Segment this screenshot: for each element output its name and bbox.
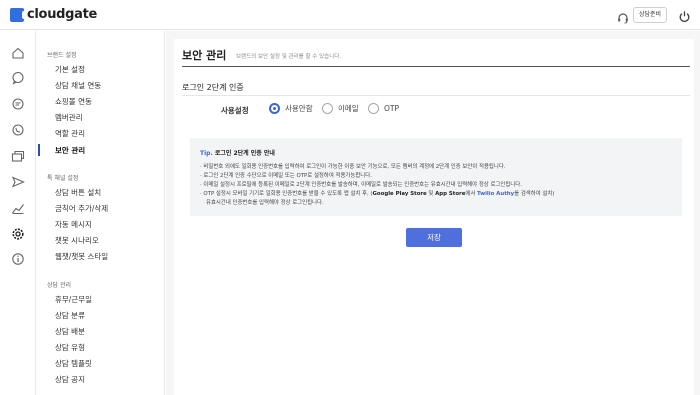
send-icon[interactable] (11, 175, 25, 189)
top-bar: cloudgate 상담준비 (0, 0, 700, 30)
tip-text: · OTP 설정시 모바일 기기로 일회용 인증번호를 받을 수 있도록 앱 설… (200, 191, 373, 197)
chat-icon[interactable] (11, 71, 25, 85)
sidebar-section-brand: 브랜드 설정 (47, 52, 77, 59)
section-title: 로그인 2단계 인증 (182, 83, 244, 92)
home-icon[interactable] (11, 46, 25, 60)
radio-label: 사용안함 (285, 104, 313, 113)
radio-label: OTP (384, 104, 400, 113)
sidebar-item-basic-settings[interactable]: 기본 설정 (55, 64, 85, 75)
sidebar-item-types[interactable]: 상담 유형 (55, 342, 85, 353)
tip-box: Tip. 로그인 2단계 인증 안내 · 비밀번호 외에도 일회용 인증번호를 … (190, 138, 682, 216)
sidebar-item-classification[interactable]: 상담 분류 (55, 310, 85, 321)
icon-rail (0, 31, 36, 395)
power-icon[interactable] (678, 8, 691, 22)
status-button[interactable]: 상담준비 (633, 7, 667, 23)
tip-text: 를 검색하여 설치) (514, 191, 555, 197)
sidebar-item-roles[interactable]: 역할 관리 (55, 128, 85, 139)
main-area: 보안 관리 브랜드의 보안 설정 및 관리를 할 수 있습니다. 로그인 2단계… (166, 31, 700, 395)
tip-line: · 로그인 2단계 인증 수단으로 이메일 또는 OTP로 설정하여 적용가능합… (200, 173, 372, 179)
whatsapp-icon[interactable] (11, 123, 25, 137)
sidebar-item-templates[interactable]: 상담 템플릿 (55, 358, 92, 369)
field-label: 사용설정 (221, 106, 249, 115)
radio-unchecked-icon (368, 103, 379, 114)
settings-sidebar: 브랜드 설정 기본 설정 상담 채널 연동 쇼핑몰 연동 멤버관리 역할 관리 … (37, 31, 165, 395)
tip-line: · 이메일 설정시 프로필에 등록된 이메일로 2단계 인증번호를 발송하며, … (200, 182, 522, 188)
radio-otp[interactable]: OTP (368, 103, 399, 114)
save-button[interactable]: 저장 (406, 228, 462, 247)
page-title: 보안 관리 (182, 49, 227, 62)
logo-icon (10, 7, 26, 22)
sidebar-section-consult: 상담 관리 (47, 282, 71, 289)
tip-line: · OTP 설정시 모바일 기기로 일회용 인증번호를 받을 수 있도록 앱 설… (200, 189, 554, 197)
logo-text: cloudgate (27, 7, 98, 22)
twilio-authy-text: Twilio Authy (477, 191, 515, 197)
sidebar-item-members[interactable]: 멤버관리 (55, 112, 83, 123)
stats-icon[interactable] (11, 201, 25, 215)
sidebar-item-holidays[interactable]: 휴무/근무일 (55, 294, 92, 305)
radio-email[interactable]: 이메일 (322, 103, 359, 114)
sidebar-item-auto-message[interactable]: 자동 메시지 (55, 219, 92, 230)
sidebar-section-talk-channel: 톡 채널 설정 (47, 175, 79, 182)
radio-unchecked-icon (322, 103, 333, 114)
app-store-text: App Store (435, 191, 466, 197)
tip-line: 유효시간내 인증번호를 입력해야 정상 로그인됩니다. (206, 200, 324, 206)
title-divider (182, 66, 690, 67)
active-indicator (38, 144, 40, 156)
sidebar-item-banned-words[interactable]: 금칙어 추가/삭제 (55, 203, 108, 214)
tip-text: 및 (426, 191, 436, 197)
content-panel: 보안 관리 브랜드의 보안 설정 및 관리를 할 수 있습니다. 로그인 2단계… (174, 39, 694, 395)
tip-line: · 비밀번호 외에도 일회용 인증번호를 입력하여 로그인이 가능한 이중 보안… (200, 164, 506, 170)
tip-text: 에서 (465, 191, 477, 197)
sidebar-item-chatbot-scenario[interactable]: 챗봇 시나리오 (55, 235, 99, 246)
sidebar-item-security[interactable]: 보안 관리 (55, 145, 85, 156)
sidebar-item-button-install[interactable]: 상담 버튼 설치 (55, 187, 101, 198)
sidebar-item-shop-link[interactable]: 쇼핑몰 연동 (55, 96, 92, 107)
radio-disabled[interactable]: 사용안함 (269, 103, 313, 114)
sidebar-item-distribution[interactable]: 상담 배분 (55, 326, 85, 337)
page-description: 브랜드의 보안 설정 및 관리를 할 수 있습니다. (236, 54, 342, 60)
google-play-store-text: Google Play Store (372, 191, 427, 197)
stack-icon[interactable] (11, 149, 25, 163)
info-icon[interactable] (11, 252, 25, 266)
sidebar-item-webchat-style[interactable]: 웹챗/챗봇 스타일 (55, 251, 108, 262)
tip-label: Tip. (200, 150, 213, 157)
headset-icon[interactable] (617, 9, 629, 24)
sidebar-item-channel-link[interactable]: 상담 채널 연동 (55, 80, 101, 91)
section-divider (182, 95, 690, 96)
logo[interactable]: cloudgate (10, 7, 97, 22)
tip-title: Tip. 로그인 2단계 인증 안내 (200, 148, 275, 157)
message-icon[interactable] (11, 97, 25, 111)
radio-checked-icon (269, 103, 280, 114)
settings-icon[interactable] (11, 227, 25, 241)
sidebar-item-notice[interactable]: 상담 공지 (55, 374, 85, 385)
radio-label: 이메일 (338, 104, 359, 113)
tip-heading: 로그인 2단계 인증 안내 (214, 150, 275, 157)
